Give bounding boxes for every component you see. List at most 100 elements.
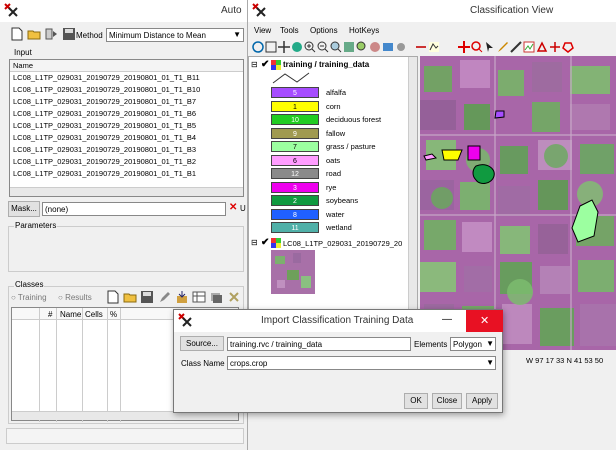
region-tool-icon[interactable] — [549, 41, 561, 53]
source-field[interactable]: training.rvc / training_data — [227, 337, 411, 351]
results-radio[interactable]: ○ Results — [58, 293, 92, 302]
input-list[interactable]: Name LC08_L1TP_029031_20190729_20190801_… — [9, 59, 244, 197]
clear-mask-label: U — [240, 204, 246, 213]
zoom-box-icon[interactable] — [330, 41, 342, 53]
elements-select[interactable]: Polygon ▼ — [450, 337, 496, 351]
open-folder-icon[interactable] — [123, 290, 137, 304]
gps-icon[interactable] — [382, 41, 394, 53]
legend-item-water[interactable]: 8 water — [271, 208, 417, 220]
raster-layer-title[interactable]: LC08_L1TP_029031_20190729_20 — [283, 239, 402, 248]
close-button[interactable]: ✕ — [466, 310, 503, 332]
minimize-icon[interactable]: — — [442, 314, 452, 325]
list-item[interactable]: LC08_L1TP_029031_20190729_20190801_01_T1… — [10, 144, 243, 156]
close-icon: ✕ — [480, 315, 490, 327]
measure-icon[interactable] — [510, 41, 522, 53]
ok-button[interactable]: OK — [404, 393, 428, 409]
clear-mask-icon[interactable]: ✕ — [229, 202, 237, 213]
full-view-icon[interactable] — [265, 41, 277, 53]
select-icon[interactable] — [484, 41, 496, 53]
save-icon[interactable] — [62, 27, 76, 41]
input-list-header[interactable]: Name — [10, 60, 243, 72]
list-item[interactable]: LC08_L1TP_029031_20190729_20190801_01_T1… — [10, 168, 243, 180]
graph-icon[interactable] — [523, 41, 535, 53]
classname-select[interactable]: crops.crop ▼ — [227, 356, 496, 370]
edit-pencil-icon[interactable] — [158, 290, 172, 304]
zoom-1x-icon[interactable] — [343, 41, 355, 53]
layers-icon[interactable] — [209, 290, 223, 304]
classes-toolbar — [106, 290, 246, 304]
method-select[interactable]: Minimum Distance to Mean ▼ — [106, 28, 244, 42]
apply-button[interactable]: Apply — [466, 393, 498, 409]
list-item[interactable]: LC08_L1TP_029031_20190729_20190801_01_T1… — [10, 108, 243, 120]
zoom-in-icon[interactable] — [304, 41, 316, 53]
close-dialog-button[interactable]: Close — [432, 393, 462, 409]
lasso-icon[interactable] — [562, 41, 574, 53]
mask-field[interactable]: (none) — [42, 202, 226, 216]
list-item[interactable]: LC08_L1TP_029031_20190729_20190801_01_T1… — [10, 96, 243, 108]
input-list-hscrollbar[interactable] — [10, 187, 243, 196]
list-item[interactable]: LC08_L1TP_029031_20190729_20190801_01_T1… — [10, 132, 243, 144]
new-icon[interactable] — [106, 290, 120, 304]
delete-icon[interactable] — [227, 290, 241, 304]
legend-item-fallow[interactable]: 9 fallow — [271, 127, 417, 139]
legend-item-rye[interactable]: 3 rye — [271, 181, 417, 193]
legend-item-grass-pasture[interactable]: 7 grass / pasture — [271, 141, 417, 152]
method-label: Method — [76, 31, 103, 40]
examine-icon[interactable] — [471, 41, 483, 53]
import-icon[interactable] — [175, 290, 189, 304]
list-item[interactable]: LC08_L1TP_029031_20190729_20190801_01_T1… — [10, 156, 243, 168]
zoom-layer-icon[interactable] — [356, 41, 368, 53]
layout-icon[interactable] — [415, 41, 427, 53]
legend-vscrollbar[interactable] — [408, 57, 417, 349]
tools-icon[interactable] — [395, 41, 407, 53]
layer-visible-check[interactable]: ✔ — [261, 237, 269, 248]
save-icon[interactable] — [140, 290, 154, 304]
menu-tools[interactable]: Tools — [280, 26, 299, 35]
legend-item-oats[interactable]: 6 oats — [271, 154, 417, 166]
run-icon[interactable] — [44, 27, 58, 41]
training-polygon-corn — [441, 149, 463, 161]
class-swatch: 6 — [271, 154, 319, 166]
column-header-cells: Cells — [85, 310, 103, 319]
polygon-tool-icon[interactable] — [536, 41, 548, 53]
source-button[interactable]: Source... — [180, 336, 224, 351]
menu-options[interactable]: Options — [310, 26, 338, 35]
menu-hotkeys[interactable]: HotKeys — [349, 26, 379, 35]
zoom-extents-icon[interactable] — [291, 41, 303, 53]
crosshair-icon[interactable] — [458, 41, 470, 53]
column-header-number: # — [48, 310, 53, 319]
legend-item-alfalfa[interactable]: 5 alfalfa — [271, 87, 417, 98]
legend-item-wetland[interactable]: 11 wetland — [271, 222, 417, 233]
redraw-icon[interactable] — [252, 41, 264, 53]
class-name: grass / pasture — [326, 142, 376, 151]
legend-item-deciduous-forest[interactable]: 10 deciduous forest — [271, 114, 417, 125]
menu-view[interactable]: View — [254, 26, 271, 35]
zoom-out-icon[interactable] — [317, 41, 329, 53]
draw-icon[interactable] — [497, 41, 509, 53]
training-layer-title[interactable]: training / training_data — [283, 60, 369, 69]
layer-controls-icon[interactable] — [428, 41, 440, 53]
legend-item-corn[interactable]: 1 corn — [271, 100, 417, 112]
method-select-value: Minimum Distance to Mean — [109, 31, 206, 40]
legend-item-soybeans[interactable]: 2 soybeans — [271, 195, 417, 206]
auto-window-titlebar[interactable]: Auto — [0, 0, 247, 22]
layer-visible-check[interactable]: ✔ — [261, 59, 269, 70]
map-canvas[interactable] — [420, 56, 616, 350]
list-item[interactable]: LC08_L1TP_029031_20190729_20190801_01_T1… — [10, 84, 243, 96]
open-folder-icon[interactable] — [27, 27, 41, 41]
class-legend-list: 5 alfalfa 1 corn 10 deciduous forest 9 f… — [271, 87, 417, 237]
locate-icon[interactable] — [369, 41, 381, 53]
expand-toggle-icon[interactable]: ⊟ — [251, 60, 258, 69]
mask-field-value: (none) — [45, 205, 69, 214]
new-icon[interactable] — [10, 27, 24, 41]
training-radio[interactable]: ○ Training — [11, 293, 47, 302]
table-icon[interactable] — [192, 290, 206, 304]
list-item[interactable]: LC08_L1TP_029031_20190729_20190801_01_T1… — [10, 72, 243, 84]
classification-view-titlebar[interactable]: Classification View — [248, 0, 616, 22]
expand-toggle-icon[interactable]: ⊟ — [251, 238, 258, 247]
pan-icon[interactable] — [278, 41, 290, 53]
import-dialog-titlebar[interactable]: Import Classification Training Data — ✕ — [174, 310, 503, 332]
mask-button[interactable]: Mask... — [8, 201, 40, 217]
legend-item-road[interactable]: 12 road — [271, 168, 417, 179]
list-item[interactable]: LC08_L1TP_029031_20190729_20190801_01_T1… — [10, 120, 243, 132]
